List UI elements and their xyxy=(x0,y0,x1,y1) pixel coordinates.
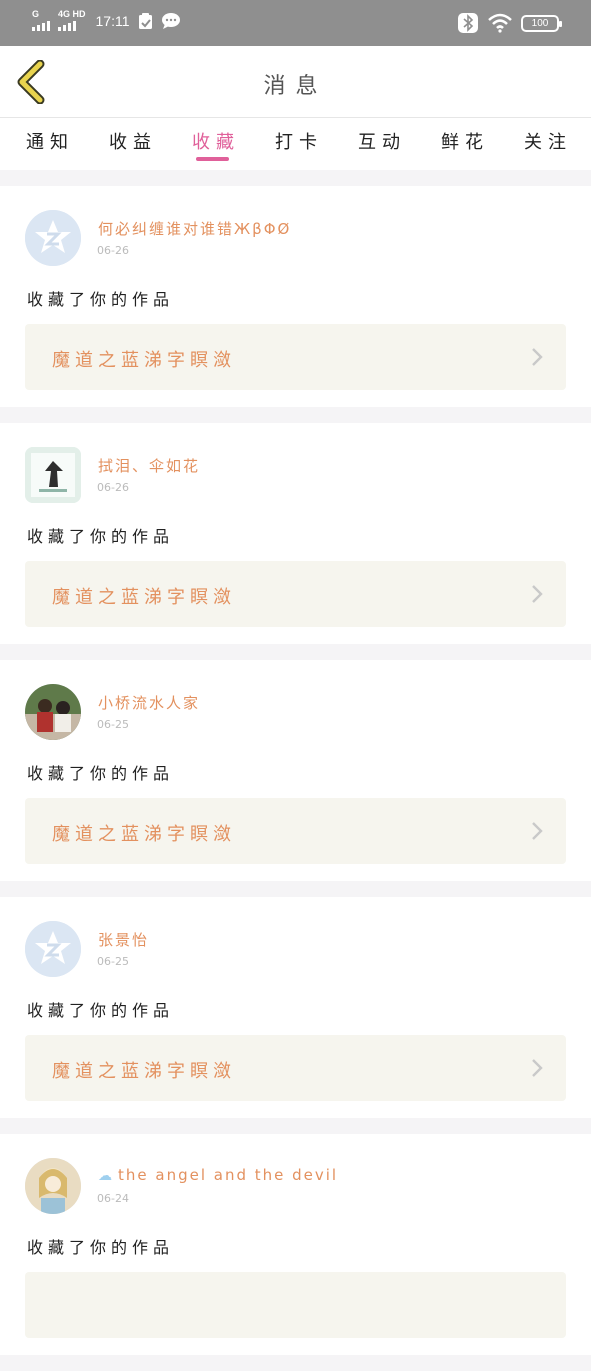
clipboard-icon xyxy=(138,12,152,29)
list-item: 小桥流水人家 06-25 收藏了你的作品 魔道之蓝涕字瞑潋 xyxy=(0,660,591,881)
chevron-right-icon xyxy=(532,585,543,603)
action-text: 收藏了你的作品 xyxy=(27,527,175,546)
work-link[interactable] xyxy=(25,1272,566,1338)
bluetooth-icon xyxy=(458,13,478,33)
wifi-icon xyxy=(488,13,512,33)
user-name[interactable]: ☁ the angel and the devil xyxy=(98,1166,338,1184)
list-item: 拭泪、伞如花 06-26 收藏了你的作品 魔道之蓝涕字瞑潋 xyxy=(0,423,591,644)
work-title: 魔道之蓝涕字瞑潋 xyxy=(52,350,236,371)
list-item: 张景怡 06-25 收藏了你的作品 魔道之蓝涕字瞑潋 xyxy=(0,897,591,1118)
tab-earnings[interactable]: 收益 xyxy=(109,128,157,154)
signal-2: 4G HD xyxy=(58,10,86,31)
tab-bar: 通知 收益 收藏 打卡 互动 鲜花 关注 xyxy=(0,118,591,170)
tab-notifications[interactable]: 通知 xyxy=(26,128,74,154)
signal-1-label: G xyxy=(32,9,40,19)
user-name[interactable]: 小桥流水人家 xyxy=(98,692,200,713)
photo-avatar-icon xyxy=(25,1158,81,1214)
user-name[interactable]: 何必纠缠谁对谁错ЖβΦØ xyxy=(98,218,291,239)
work-link[interactable]: 魔道之蓝涕字瞑潋 xyxy=(25,1035,566,1101)
status-time: 17:11 xyxy=(95,12,130,29)
tab-following[interactable]: 关注 xyxy=(524,128,572,154)
signal-bars-icon xyxy=(32,19,50,31)
date: 06-26 xyxy=(97,481,129,494)
avatar[interactable] xyxy=(25,210,81,266)
action-text: 收藏了你的作品 xyxy=(27,764,175,783)
list-item: 何必纠缠谁对谁错ЖβΦØ 06-26 收藏了你的作品 魔道之蓝涕字瞑潋 xyxy=(0,186,591,407)
tab-flowers[interactable]: 鲜花 xyxy=(441,128,489,154)
avatar[interactable] xyxy=(25,921,81,977)
favorites-feed: 何必纠缠谁对谁错ЖβΦØ 06-26 收藏了你的作品 魔道之蓝涕字瞑潋 拭泪、伞… xyxy=(0,186,591,1371)
date: 06-26 xyxy=(97,244,129,257)
default-avatar-icon xyxy=(25,210,81,266)
user-name-text: the angel and the devil xyxy=(118,1166,339,1184)
avatar[interactable] xyxy=(25,1158,81,1214)
cloud-icon: ☁ xyxy=(98,1168,114,1184)
avatar[interactable] xyxy=(25,447,81,503)
action-text: 收藏了你的作品 xyxy=(27,1238,175,1257)
photo-avatar-icon xyxy=(25,447,81,503)
active-tab-indicator xyxy=(196,157,229,161)
signal-2-label: 4G HD xyxy=(58,9,86,19)
avatar[interactable] xyxy=(25,684,81,740)
user-name[interactable]: 张景怡 xyxy=(98,929,149,950)
work-title: 魔道之蓝涕字瞑潋 xyxy=(52,824,236,845)
user-name[interactable]: 拭泪、伞如花 xyxy=(98,455,200,476)
action-text: 收藏了你的作品 xyxy=(27,1001,175,1020)
work-link[interactable]: 魔道之蓝涕字瞑潋 xyxy=(25,798,566,864)
work-title: 魔道之蓝涕字瞑潋 xyxy=(52,587,236,608)
action-text: 收藏了你的作品 xyxy=(27,290,175,309)
date: 06-24 xyxy=(97,1192,129,1205)
date: 06-25 xyxy=(97,718,129,731)
chevron-right-icon xyxy=(532,822,543,840)
tab-favorites[interactable]: 收藏 xyxy=(192,128,240,154)
date: 06-25 xyxy=(97,955,129,968)
work-link[interactable]: 魔道之蓝涕字瞑潋 xyxy=(25,561,566,627)
status-right: 100 xyxy=(457,12,562,34)
page-title: 消息 xyxy=(263,74,328,99)
tab-interaction[interactable]: 互动 xyxy=(358,128,406,154)
signal-bars-icon xyxy=(58,19,76,31)
status-left: G 4G HD 17:11 xyxy=(32,10,181,31)
battery-level: 100 xyxy=(531,17,549,29)
default-avatar-icon xyxy=(25,921,81,977)
photo-avatar-icon xyxy=(25,684,81,740)
work-title: 魔道之蓝涕字瞑潋 xyxy=(52,1061,236,1082)
tab-checkin[interactable]: 打卡 xyxy=(275,128,323,154)
list-item: ☁ the angel and the devil 06-24 收藏了你的作品 xyxy=(0,1134,591,1355)
chevron-right-icon xyxy=(532,1059,543,1077)
chat-bubble-icon xyxy=(161,12,180,29)
chevron-right-icon xyxy=(532,348,543,366)
header: 消息 xyxy=(0,46,591,118)
signal-1: G xyxy=(32,10,50,31)
status-bar: G 4G HD 17:11 100 xyxy=(0,0,591,46)
battery-icon: 100 xyxy=(521,14,562,32)
work-link[interactable]: 魔道之蓝涕字瞑潋 xyxy=(25,324,566,390)
